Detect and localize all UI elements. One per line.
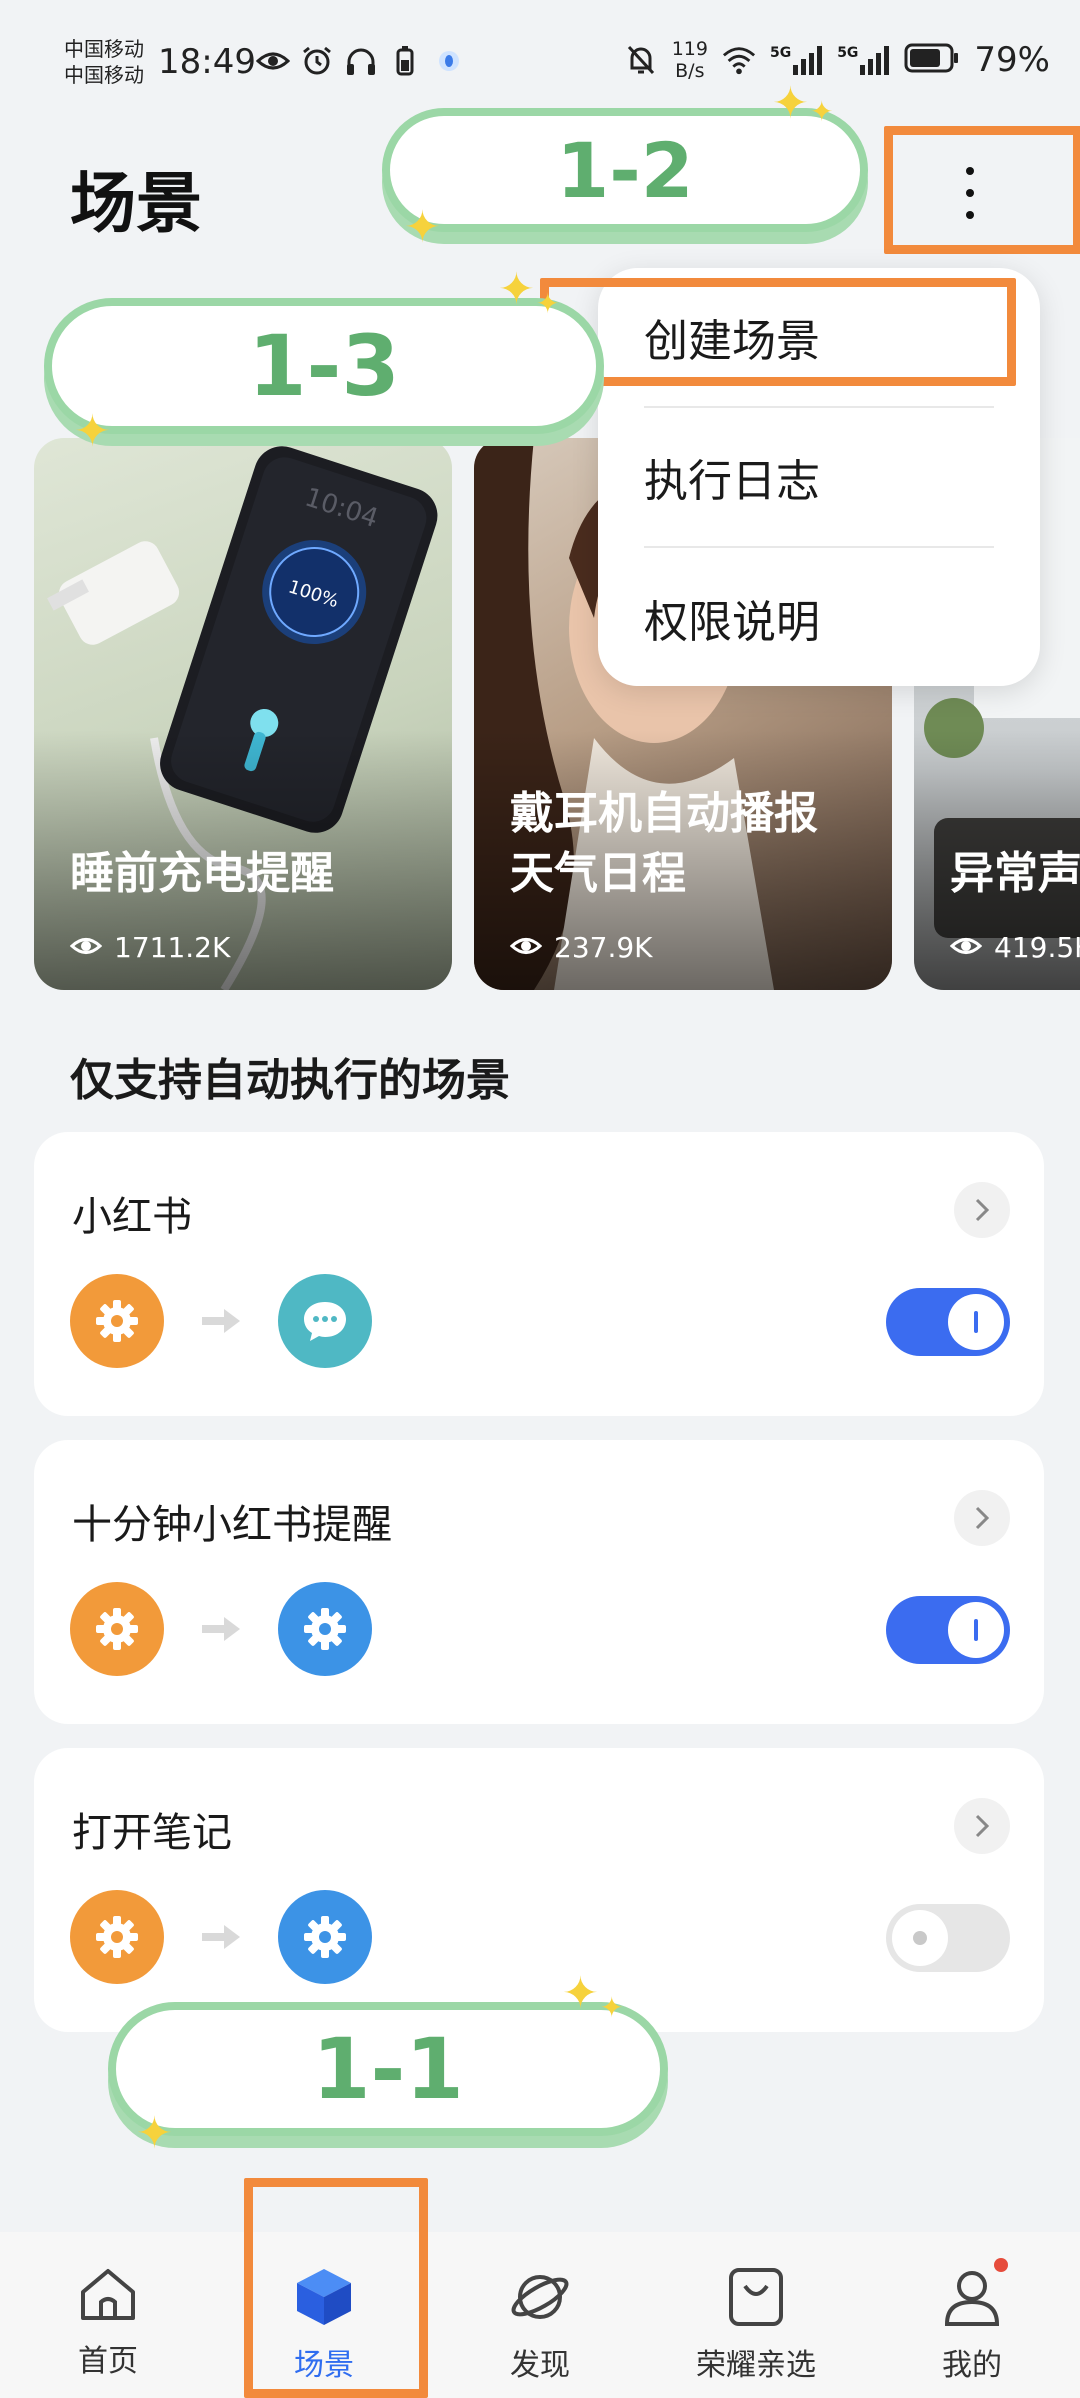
home-icon	[77, 2266, 139, 2328]
scene-card-title-line: 天气日程	[510, 848, 686, 899]
wifi-icon	[722, 43, 756, 77]
status-bar: 中国移动 中国移动 18:49 119 B/s 5G 5G 79%	[0, 0, 1080, 120]
status-time: 18:49	[158, 42, 256, 82]
gear-icon	[278, 1582, 372, 1676]
earbuds-battery-icon	[388, 44, 422, 78]
nav-item-home[interactable]: 首页	[28, 2266, 188, 2380]
chevron-right-icon[interactable]	[954, 1490, 1010, 1546]
gear-icon	[70, 1890, 164, 1984]
gear-icon	[70, 1582, 164, 1676]
step-label-text: 1-1	[312, 2020, 464, 2118]
menu-item-execution-log[interactable]: 执行日志	[644, 408, 994, 548]
sparkle-icon: ✦	[536, 287, 560, 320]
net-speed-unit: B/s	[675, 60, 705, 82]
nav-item-me[interactable]: 我的	[892, 2258, 1052, 2384]
eye-icon	[949, 931, 983, 964]
highlight-box-scenes-tab	[244, 2178, 428, 2398]
arrow-right-icon	[200, 1306, 242, 1340]
chevron-right-icon[interactable]	[954, 1798, 1010, 1854]
carrier-2: 中国移动	[64, 63, 144, 87]
eye-icon	[256, 44, 290, 78]
status-icons-left	[256, 44, 466, 78]
sparkle-icon: ✦	[498, 264, 535, 315]
nav-label: 我的	[942, 2348, 1002, 2383]
sparkle-icon: ✦	[136, 2108, 173, 2159]
eye-icon	[69, 931, 103, 964]
signal-1-icon: 5G	[770, 45, 823, 75]
scene-card-views: 419.5K	[949, 931, 1080, 964]
carrier-1: 中国移动	[64, 37, 144, 61]
scene-toggle[interactable]	[886, 1288, 1010, 1356]
menu-item-permission-info[interactable]: 权限说明	[644, 548, 994, 688]
nav-item-honor-select[interactable]: 荣耀亲选	[676, 2266, 836, 2384]
scene-row[interactable]: 小红书	[34, 1132, 1044, 1416]
scene-card-views: 237.9K	[509, 931, 653, 964]
chevron-right-icon[interactable]	[954, 1182, 1010, 1238]
chat-bubble-icon	[278, 1274, 372, 1368]
nav-item-discover[interactable]: 发现	[460, 2266, 620, 2384]
sparkle-icon: ✦	[562, 1968, 599, 2019]
scene-card-title: 戴耳机自动播报 天气日程	[510, 784, 818, 904]
sparkle-icon: ✦	[600, 1991, 624, 2024]
nav-label: 首页	[78, 2344, 138, 2379]
step-label-text: 1-3	[248, 317, 400, 415]
nav-label: 发现	[510, 2348, 570, 2383]
notification-badge	[994, 2258, 1008, 2272]
views-count: 1711.2K	[114, 931, 231, 964]
scene-card-title-line: 戴耳机自动播报	[510, 788, 818, 839]
status-icons-right: 119 B/s 5G 5G 79%	[624, 38, 1050, 82]
scene-card-views: 1711.2K	[69, 931, 231, 964]
gear-icon	[278, 1890, 372, 1984]
sparkle-icon: ✦	[810, 95, 834, 128]
scene-card-title: 睡前充电提醒	[70, 844, 334, 904]
app-notification-icon	[432, 44, 466, 78]
toggle-knob	[948, 1294, 1004, 1350]
scene-row[interactable]: 打开笔记	[34, 1748, 1044, 2032]
scene-card-title-line: 睡前充电提醒	[70, 848, 334, 899]
scene-name: 小红书	[72, 1194, 192, 1240]
scene-name: 十分钟小红书提醒	[72, 1502, 392, 1548]
step-label-bubble: 1-3	[44, 298, 604, 434]
planet-icon	[508, 2266, 572, 2332]
battery-icon	[904, 43, 960, 77]
scene-card-title: 异常声	[950, 844, 1080, 904]
toggle-knob	[892, 1910, 948, 1966]
arrow-right-icon	[200, 1922, 242, 1956]
arrow-right-icon	[200, 1614, 242, 1648]
person-icon	[941, 2266, 1003, 2332]
signal-1-label: 5G	[769, 45, 792, 61]
sparkle-icon: ✦	[74, 406, 111, 457]
section-title: 仅支持自动执行的场景	[70, 1055, 510, 1106]
headphones-icon	[344, 44, 378, 78]
sparkle-icon: ✦	[404, 202, 441, 253]
battery-percent: 79%	[974, 40, 1050, 80]
net-speed-value: 119	[671, 38, 708, 60]
step-label-bubble: 1-1	[108, 2002, 668, 2136]
alarm-icon	[300, 44, 334, 78]
highlight-box-more-button	[884, 126, 1080, 254]
signal-2-icon: 5G	[837, 45, 890, 75]
bottom-nav-bar: 首页 场景 发现 荣耀亲选 我的	[0, 2232, 1080, 2398]
page-title: 场景	[70, 165, 202, 242]
scene-toggle[interactable]	[886, 1904, 1010, 1972]
signal-2-label: 5G	[837, 45, 859, 61]
eye-icon	[509, 931, 543, 964]
gear-icon	[70, 1274, 164, 1368]
step-label-text: 1-2	[556, 125, 694, 215]
mute-bell-icon	[624, 43, 658, 77]
views-count: 237.9K	[554, 931, 653, 964]
scene-card[interactable]: 10:04 100% 睡前充电提醒 1711.2K	[34, 438, 452, 990]
nav-label: 荣耀亲选	[696, 2348, 816, 2383]
scene-toggle[interactable]	[886, 1596, 1010, 1664]
shopping-bag-icon	[725, 2266, 787, 2332]
sparkle-icon: ✦	[772, 78, 809, 129]
highlight-box-create-scene	[540, 278, 1016, 386]
toggle-knob	[948, 1602, 1004, 1658]
scene-card-title-line: 异常声	[950, 848, 1080, 899]
scene-name: 打开笔记	[72, 1810, 232, 1856]
net-speed: 119 B/s	[672, 38, 708, 82]
views-count: 419.5K	[994, 931, 1080, 964]
carrier-names: 中国移动 中国移动	[64, 36, 144, 88]
scene-row[interactable]: 十分钟小红书提醒	[34, 1440, 1044, 1724]
